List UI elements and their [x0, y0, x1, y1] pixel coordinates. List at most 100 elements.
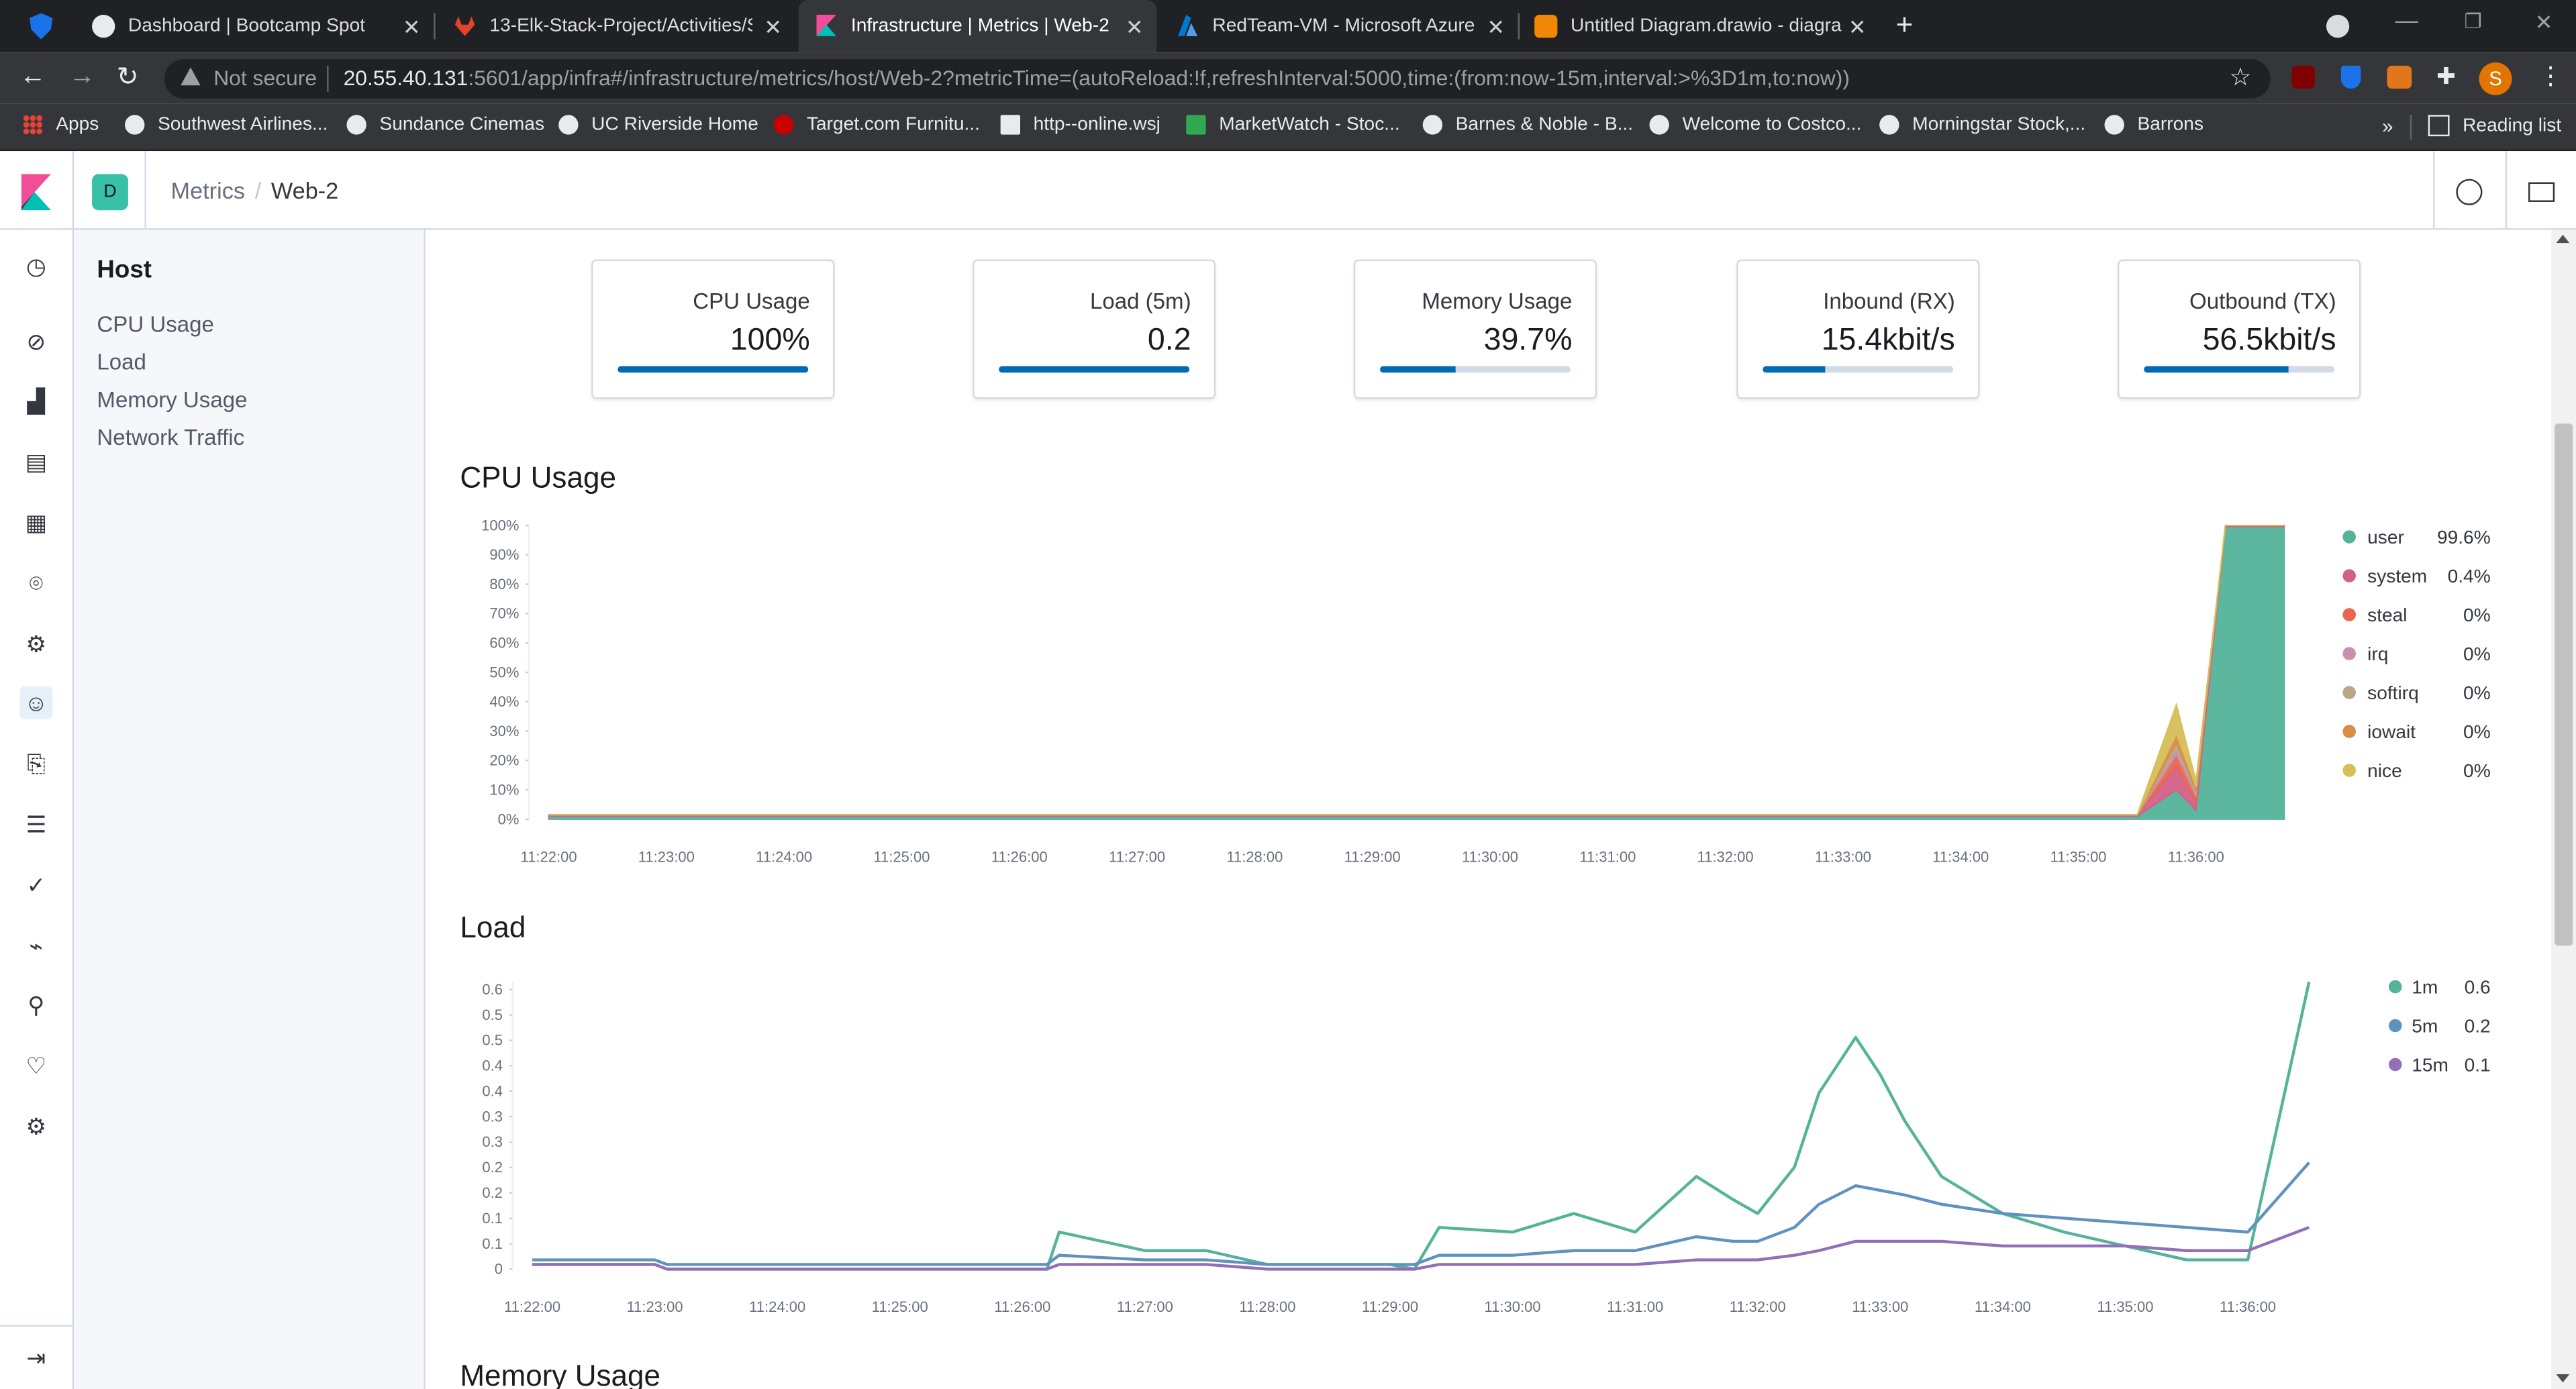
star-icon[interactable]: ☆ — [2230, 62, 2252, 92]
y-tick-label: 80% — [489, 576, 519, 593]
dashboard-icon[interactable]: ▤ — [19, 445, 52, 478]
side-nav-network-traffic[interactable]: Network Traffic — [97, 425, 244, 450]
tab-gitlab[interactable]: 13-Elk-Stack-Project/Activities/St ✕ — [437, 0, 795, 52]
bookmark-barnes[interactable]: Barnes & Noble - B... — [1422, 115, 1634, 135]
kibana-logo[interactable] — [21, 174, 51, 211]
canvas-icon[interactable]: ▦ — [19, 506, 52, 539]
cpu-usage-chart[interactable]: 0% 10% 20% 30% 40% 50% 60% 70% 80% 90% 100% 11:22:0… — [460, 509, 2514, 879]
breadcrumb-current: Web-2 — [270, 177, 339, 204]
legend-label-15m: 15m — [2412, 1054, 2448, 1075]
tab-label: Dashboard | Bootcamp Spot — [128, 16, 366, 36]
ml-icon[interactable]: ⚙ — [19, 627, 52, 660]
marketwatch-icon — [1186, 115, 1206, 135]
scroll-up-arrow[interactable] — [2556, 234, 2570, 244]
legend-value-softirq: 0% — [2463, 682, 2491, 703]
card-value: 0.2 — [1147, 323, 1191, 358]
browser-shield-icon[interactable] — [30, 13, 53, 40]
y-tick-label: 20% — [489, 752, 519, 769]
bookmark-costco[interactable]: Welcome to Costco... — [1649, 115, 1862, 135]
space-avatar[interactable]: D — [92, 174, 128, 211]
y-tick-label: 0.4 — [482, 1082, 503, 1099]
globe-icon — [346, 115, 366, 135]
visualize-chart-icon[interactable]: ▟ — [19, 384, 52, 417]
tab-drawio[interactable]: Untitled Diagram.drawio - diagra ✕ — [1522, 0, 1880, 52]
forward-button[interactable]: → — [69, 62, 95, 92]
x-tick-label: 11:35:00 — [2050, 849, 2106, 866]
bookmarks-overflow-icon[interactable]: » — [2382, 115, 2393, 138]
reading-list-button[interactable]: Reading list — [2428, 115, 2561, 137]
stack-monitoring-icon[interactable]: ♡ — [19, 1049, 52, 1082]
new-tab-button[interactable]: + — [1896, 8, 1914, 42]
tab-azure[interactable]: RedTeam-VM - Microsoft Azure ✕ — [1160, 0, 1518, 52]
bookmark-ucr[interactable]: UC Riverside Home — [558, 115, 758, 135]
minimize-button[interactable]: — — [2395, 7, 2418, 33]
restore-button[interactable]: ❐ — [2465, 10, 2482, 33]
extensions-puzzle-icon[interactable]: ✚ — [2436, 62, 2456, 91]
bookmark-label: Target.com Furnitu... — [806, 115, 980, 135]
siem-icon[interactable]: ⌁ — [19, 929, 52, 962]
wsj-icon — [1000, 115, 1021, 135]
x-tick-label: 11:36:00 — [2168, 849, 2224, 866]
dev-tools-icon[interactable]: ⚲ — [19, 988, 52, 1021]
bookmark-southwest[interactable]: Southwest Airlines... — [125, 115, 328, 135]
ublock-extension-icon[interactable] — [2291, 65, 2315, 89]
back-button[interactable]: ← — [19, 62, 46, 92]
logs-icon[interactable]: ⎘ — [19, 747, 52, 780]
side-nav-memory-usage[interactable]: Memory Usage — [97, 387, 247, 412]
reload-button[interactable]: ↻ — [117, 61, 139, 94]
bookmark-label: Barnes & Noble - B... — [1455, 115, 1634, 135]
cpu-area-iowait — [548, 524, 2285, 816]
close-window-button[interactable]: ✕ — [2535, 10, 2553, 36]
side-nav-cpu-usage[interactable]: CPU Usage — [97, 312, 213, 337]
x-tick-label: 11:33:00 — [1815, 849, 1871, 866]
bookmark-label: Welcome to Costco... — [1682, 115, 1862, 135]
x-tick-label: 11:25:00 — [872, 1298, 928, 1315]
shield-extension-icon[interactable] — [2340, 65, 2361, 89]
bookmark-target[interactable]: Target.com Furnitu... — [773, 115, 980, 135]
tab-kibana-active[interactable]: Infrastructure | Metrics | Web-2 - ✕ — [798, 0, 1157, 53]
legend-dot-1m — [2388, 980, 2402, 994]
collapse-nav-icon[interactable]: ⇥ — [19, 1341, 52, 1374]
tab-bootcamp[interactable]: Dashboard | Bootcamp Spot ✕ — [76, 0, 434, 52]
help-icon[interactable] — [2456, 178, 2483, 205]
management-gear-icon[interactable]: ⚙ — [19, 1110, 52, 1143]
bookmark-sundance[interactable]: Sundance Cinemas — [346, 115, 544, 135]
card-label: Outbound (TX) — [2189, 289, 2336, 314]
tab-label: Untitled Diagram.drawio - diagra — [1571, 16, 1842, 36]
close-icon[interactable]: ✕ — [1487, 15, 1505, 41]
load-chart[interactable]: 0 0.1 0.1 0.2 0.2 0.3 0.3 0.4 0.4 0.5 0.5 0.6 11:22:… — [460, 966, 2514, 1327]
uptime-icon[interactable]: ✓ — [19, 868, 52, 901]
url-text[interactable]: 20.55.40.131:5601/app/infra#/infrastruct… — [344, 66, 1850, 91]
apm-icon[interactable]: ☰ — [19, 808, 52, 841]
legend-value-user: 99.6% — [2437, 527, 2491, 548]
scroll-down-arrow[interactable] — [2556, 1374, 2570, 1383]
bookmark-wsj[interactable]: http--online.wsj — [1000, 115, 1160, 135]
recent-clock-icon[interactable]: ◷ — [19, 250, 52, 282]
y-tick-label: 90% — [489, 546, 519, 563]
browser-menu-icon[interactable]: ⋮ — [2538, 61, 2563, 91]
discover-compass-icon[interactable]: ⊘ — [19, 325, 52, 358]
header-divider — [2433, 151, 2435, 229]
bookmark-morningstar[interactable]: Morningstar Stock,... — [1879, 115, 2085, 135]
bookmark-apps[interactable]: Apps — [23, 115, 99, 135]
tab-search-icon[interactable] — [2326, 15, 2350, 38]
scrollbar-thumb[interactable] — [2555, 423, 2573, 946]
not-secure-label[interactable]: Not secure — [213, 66, 317, 91]
y-tick-label: 0.5 — [482, 1007, 503, 1023]
breadcrumb-metrics[interactable]: Metrics — [171, 177, 245, 203]
maps-icon[interactable]: ⌾ — [19, 566, 52, 599]
side-nav-load[interactable]: Load — [97, 350, 146, 374]
close-icon[interactable]: ✕ — [403, 15, 421, 41]
x-tick-label: 11:31:00 — [1579, 849, 1636, 866]
profile-avatar[interactable]: S — [2479, 62, 2512, 95]
close-icon[interactable]: ✕ — [764, 15, 782, 41]
y-tick-label: 0.3 — [482, 1108, 503, 1125]
newsfeed-mail-icon[interactable] — [2528, 182, 2555, 202]
close-icon[interactable]: ✕ — [1848, 15, 1867, 41]
bookmark-marketwatch[interactable]: MarketWatch - Stoc... — [1186, 115, 1400, 135]
card-label: Load (5m) — [1089, 289, 1191, 314]
metrics-infra-icon[interactable]: ☺ — [19, 686, 53, 719]
bookmark-barrons[interactable]: Barrons — [2104, 115, 2203, 135]
metamask-extension-icon[interactable] — [2387, 65, 2412, 89]
close-icon[interactable]: ✕ — [1126, 15, 1144, 41]
